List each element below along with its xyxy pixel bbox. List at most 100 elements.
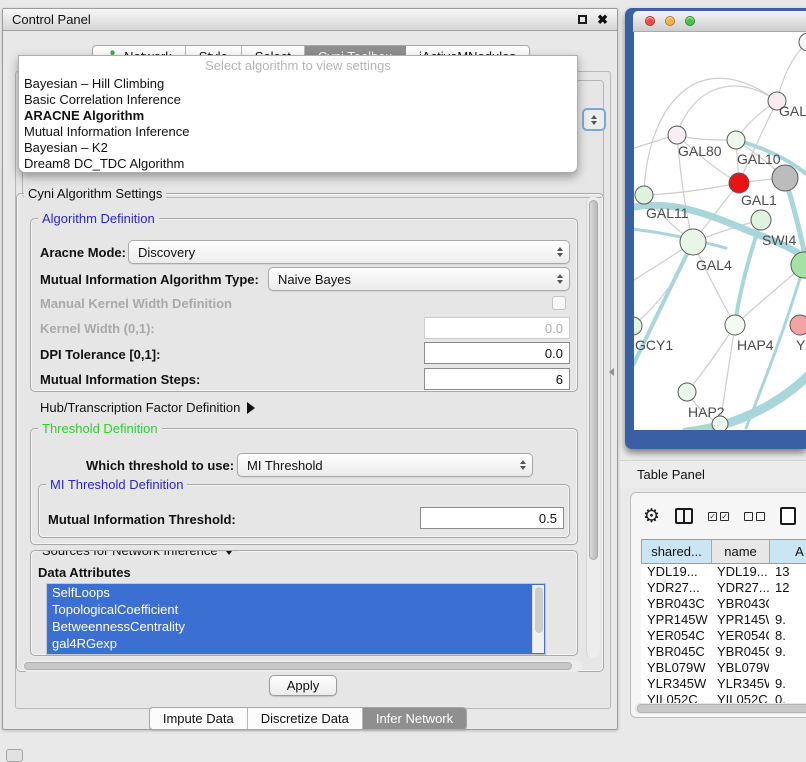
algorithm-option[interactable]: Mutual Information Inference bbox=[19, 124, 577, 140]
network-node[interactable] bbox=[772, 165, 798, 191]
network-edge[interactable] bbox=[644, 183, 739, 195]
aracne-mode-combo[interactable]: Discovery bbox=[128, 240, 570, 264]
network-edge[interactable] bbox=[634, 242, 693, 326]
table-panel-titlebar: Table Panel bbox=[620, 460, 806, 488]
algorithm-placeholder: Select algorithm to view settings bbox=[19, 56, 577, 76]
close-window-icon[interactable]: ✖ bbox=[597, 13, 608, 26]
manual-kernel-checkbox[interactable] bbox=[552, 296, 566, 310]
tab-discretize-data[interactable]: Discretize Data bbox=[248, 708, 363, 729]
tab-infer-network[interactable]: Infer Network bbox=[363, 708, 466, 729]
network-edge[interactable] bbox=[735, 220, 761, 325]
table-toolbar: ⚙ ✓✓ bbox=[643, 501, 806, 531]
hub-tf-definition-expander[interactable]: Hub/Transcription Factor Definition bbox=[40, 400, 255, 415]
mi-steps-label: Mutual Information Steps: bbox=[40, 372, 200, 387]
network-node[interactable] bbox=[799, 33, 806, 51]
float-window-icon[interactable] bbox=[578, 15, 587, 24]
which-threshold-label: Which threshold to use: bbox=[86, 458, 234, 473]
panel-mini-button[interactable] bbox=[6, 749, 23, 762]
mi-algorithm-type-combo[interactable]: Naive Bayes bbox=[268, 267, 570, 291]
network-canvas[interactable]: GALGAL80GAL10GAL1GAL11SWI4GAL4GCY1HAP4YH… bbox=[634, 32, 806, 430]
columns-icon[interactable] bbox=[675, 508, 693, 524]
attributes-scrollbar-thumb[interactable] bbox=[535, 587, 543, 633]
network-edge[interactable] bbox=[644, 78, 777, 195]
mi-algorithm-type-label: Mutual Information Algorithm Type: bbox=[40, 272, 259, 287]
minimize-traffic-light[interactable] bbox=[665, 16, 675, 26]
network-node-label: SWI4 bbox=[762, 232, 796, 248]
table-panel: ⚙ ✓✓ shared... name A YDL19...YDL19...13… bbox=[630, 492, 806, 718]
table-horizontal-scrollbar-thumb[interactable] bbox=[637, 704, 806, 713]
network-node-label: GCY1 bbox=[635, 337, 673, 353]
network-node[interactable] bbox=[678, 383, 696, 401]
network-edge[interactable] bbox=[686, 366, 806, 430]
network-node[interactable] bbox=[725, 315, 745, 335]
attribute-item[interactable]: BetweennessCentrality bbox=[47, 618, 545, 635]
split-pane-collapse-arrow[interactable] bbox=[609, 368, 614, 376]
table-row[interactable]: YDL19...YDL19...13 bbox=[641, 564, 806, 580]
column-header-partial[interactable]: A bbox=[770, 540, 806, 563]
algorithm-combo-focus-fragment[interactable] bbox=[582, 108, 606, 131]
tab-impute-data[interactable]: Impute Data bbox=[150, 708, 248, 729]
select-all-checks-icon[interactable]: ✓✓ bbox=[708, 512, 729, 521]
table-row[interactable]: YDR27...YDR27...12 bbox=[641, 580, 806, 596]
table-row[interactable]: YLR345WYLR345W9. bbox=[641, 676, 806, 692]
algorithm-option[interactable]: Dream8 DC_TDC Algorithm bbox=[19, 156, 577, 172]
algorithm-option[interactable]: Bayesian – Hill Climbing bbox=[19, 76, 577, 92]
network-edge[interactable] bbox=[777, 42, 806, 101]
mi-threshold-field[interactable]: 0.5 bbox=[420, 507, 564, 529]
data-attributes-label: Data Attributes bbox=[38, 565, 131, 580]
network-node[interactable] bbox=[712, 416, 728, 430]
table-rows: YDL19...YDL19...13 YDR27...YDR27...12 YB… bbox=[641, 564, 806, 708]
network-edge[interactable] bbox=[677, 86, 777, 135]
network-edge[interactable] bbox=[693, 242, 735, 325]
apply-button[interactable]: Apply bbox=[269, 675, 337, 696]
algorithm-dropdown-popup: Select algorithm to view settings Bayesi… bbox=[18, 55, 578, 173]
hub-tf-definition-label: Hub/Transcription Factor Definition bbox=[40, 400, 240, 415]
table-header-row: shared... name A bbox=[641, 539, 806, 564]
column-header-shared[interactable]: shared... bbox=[642, 540, 712, 563]
table-row[interactable]: YBL079WYBL079W bbox=[641, 660, 806, 676]
network-node[interactable] bbox=[727, 131, 745, 149]
dpi-tolerance-field[interactable]: 0.0 bbox=[424, 342, 570, 364]
gear-icon[interactable]: ⚙ bbox=[643, 507, 660, 526]
which-threshold-combo[interactable]: MI Threshold bbox=[237, 453, 533, 477]
network-node[interactable] bbox=[635, 186, 653, 204]
network-node-label: GAL1 bbox=[741, 192, 777, 208]
kernel-width-field[interactable]: 0.0 bbox=[424, 317, 570, 339]
settings-horizontal-scrollbar-thumb[interactable] bbox=[24, 662, 572, 670]
sources-group-title[interactable]: Sources for Network Inference bbox=[38, 550, 239, 558]
mi-threshold-label: Mutual Information Threshold: bbox=[48, 512, 236, 527]
kernel-width-label: Kernel Width (0,1): bbox=[40, 321, 155, 336]
attribute-item[interactable]: SelfLoops bbox=[47, 584, 545, 601]
attribute-item[interactable]: TopologicalCoefficient bbox=[47, 601, 545, 618]
algorithm-option[interactable]: Bayesian – K2 bbox=[19, 140, 577, 156]
network-node[interactable] bbox=[668, 126, 686, 144]
algorithm-option[interactable]: Basic Correlation Inference bbox=[19, 92, 577, 108]
table-horizontal-scrollbar[interactable] bbox=[635, 703, 806, 714]
close-traffic-light[interactable] bbox=[645, 16, 655, 26]
network-node[interactable] bbox=[729, 173, 749, 193]
table-row[interactable]: YER054CYER054C8. bbox=[641, 628, 806, 644]
table-row[interactable]: YBR043CYBR043C bbox=[641, 596, 806, 612]
column-header-name[interactable]: name bbox=[712, 540, 770, 563]
node-table: shared... name A YDL19...YDL19...13 YDR2… bbox=[641, 539, 806, 708]
settings-vertical-scrollbar[interactable] bbox=[586, 197, 600, 658]
combo-arrows-icon bbox=[551, 274, 563, 284]
export-table-icon[interactable] bbox=[780, 507, 796, 525]
deselect-all-checks-icon[interactable] bbox=[744, 512, 765, 521]
settings-horizontal-scrollbar[interactable] bbox=[22, 660, 582, 672]
attributes-scrollbar[interactable] bbox=[532, 585, 544, 653]
table-row[interactable]: YBR045CYBR045C9. bbox=[641, 644, 806, 660]
network-edge[interactable] bbox=[687, 325, 735, 392]
network-edge[interactable] bbox=[634, 242, 693, 380]
attribute-item-partial bbox=[47, 652, 545, 655]
network-node[interactable] bbox=[790, 315, 806, 335]
settings-vertical-scrollbar-thumb[interactable] bbox=[589, 200, 598, 560]
network-window-titlebar bbox=[633, 11, 806, 32]
zoom-traffic-light[interactable] bbox=[685, 16, 695, 26]
algorithm-option-selected[interactable]: ARACNE Algorithm bbox=[19, 108, 577, 124]
network-node[interactable] bbox=[680, 229, 706, 255]
mi-steps-field[interactable]: 6 bbox=[424, 368, 570, 390]
table-row[interactable]: YPR145WYPR145W9. bbox=[641, 612, 806, 628]
attribute-item[interactable]: gal4RGexp bbox=[47, 635, 545, 652]
network-node[interactable] bbox=[751, 210, 771, 230]
